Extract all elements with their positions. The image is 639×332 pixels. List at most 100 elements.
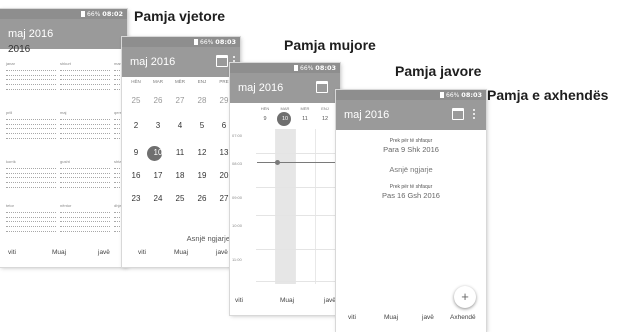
nav-month[interactable]: Muaj <box>384 314 398 321</box>
battery-level: 66% <box>87 11 101 18</box>
status-bar: 66% 08:03 <box>122 37 240 47</box>
month-day-cell[interactable]: 3 <box>148 121 168 130</box>
mini-month-week-row <box>60 228 110 232</box>
tap-hint-bottom[interactable]: Prek për të shfaqur <box>336 184 486 190</box>
calendar-today-icon[interactable] <box>316 81 328 93</box>
mini-month-week-row <box>60 175 110 179</box>
month-day-cell[interactable]: 2 <box>126 121 146 130</box>
month-day-cell[interactable]: 26 <box>148 96 168 105</box>
nav-week[interactable]: javë <box>422 314 434 321</box>
hour-label: 07:00 <box>232 133 243 138</box>
mini-month-week-row <box>60 209 110 213</box>
year-mini-month[interactable]: gusht <box>60 159 110 189</box>
clock: 08:03 <box>315 64 336 72</box>
nav-month[interactable]: Muaj <box>174 249 188 256</box>
week-weekday-header: ENJ <box>321 106 329 111</box>
month-day-cell[interactable]: 11 <box>170 148 190 157</box>
status-bar: 66% 08:02 <box>0 9 127 19</box>
nav-year[interactable]: viti <box>138 249 146 256</box>
year-mini-month[interactable]: prill <box>6 110 56 140</box>
weekday-header: ENJ <box>197 79 207 84</box>
nav-week[interactable]: javë <box>98 249 110 256</box>
nav-month[interactable]: Muaj <box>52 249 66 256</box>
week-date[interactable]: 12 <box>316 116 334 122</box>
month-day-cell[interactable]: 19 <box>192 171 212 180</box>
month-day-cell[interactable]: 18 <box>170 171 190 180</box>
current-time-line <box>257 162 338 163</box>
mini-month-week-row <box>60 82 110 86</box>
mini-month-week-row <box>6 170 56 174</box>
year-mini-month[interactable]: tetor <box>6 203 56 233</box>
week-date[interactable]: 11 <box>296 116 314 122</box>
mini-month-week-row <box>60 219 110 223</box>
nav-year[interactable]: viti <box>348 314 356 321</box>
mini-month-week-row <box>60 126 110 130</box>
earlier-date-link[interactable]: Para 9 Shk 2016 <box>336 145 486 154</box>
battery-level: 66% <box>446 92 460 99</box>
mini-month-week-row <box>60 165 110 169</box>
year-label: 2016 <box>8 44 31 55</box>
month-day-cell[interactable]: 25 <box>126 96 146 105</box>
agenda-view-screen: 66% 08:03 maj 2016 Prek për të shfaqur P… <box>336 90 486 332</box>
mini-month-name: nëntor <box>60 203 72 208</box>
app-title: maj 2016 <box>8 28 54 40</box>
weekday-header: MËR <box>175 79 185 84</box>
month-day-cell[interactable]: 16 <box>126 171 146 180</box>
nav-year[interactable]: viti <box>235 297 243 304</box>
calendar-today-icon[interactable] <box>216 55 228 67</box>
year-mini-month[interactable]: maj <box>60 110 110 140</box>
app-title: maj 2016 <box>130 56 176 68</box>
month-day-cell[interactable]: 4 <box>170 121 190 130</box>
year-mini-month[interactable]: janar <box>6 61 56 91</box>
month-view-screen: 66% 08:03 maj 2016 HËN MAR MËR ENJ PRE 25 26 27… <box>122 37 240 267</box>
month-day-cell[interactable]: 24 <box>148 194 168 203</box>
month-day-cell[interactable]: 25 <box>170 194 190 203</box>
month-day-cell[interactable]: 5 <box>192 121 212 130</box>
month-day-cell[interactable]: 23 <box>126 194 146 203</box>
month-day-cell[interactable]: 9 <box>126 148 146 157</box>
app-bar: maj 2016 <box>230 73 340 103</box>
year-mini-month[interactable]: shkurt <box>60 61 110 91</box>
nav-week[interactable]: javë <box>216 249 228 256</box>
mini-month-name: gusht <box>60 159 70 164</box>
year-mini-month[interactable]: korrik <box>6 159 56 189</box>
battery-icon <box>440 92 445 98</box>
hour-gridline <box>256 187 340 188</box>
hour-gridline <box>256 215 340 216</box>
battery-level: 66% <box>300 65 314 72</box>
mini-month-week-row <box>6 121 56 125</box>
app-title: maj 2016 <box>344 109 390 121</box>
month-day-cell[interactable]: 28 <box>192 96 212 105</box>
nav-agenda[interactable]: Axhendë <box>450 314 476 321</box>
mini-month-week-row <box>6 131 56 135</box>
week-weekday-header: HËN <box>260 106 270 111</box>
mini-month-week-row <box>60 72 110 76</box>
month-day-cell[interactable]: 27 <box>170 96 190 105</box>
mini-month-week-row <box>6 82 56 86</box>
nav-year[interactable]: viti <box>8 249 16 256</box>
hour-gridline <box>256 281 340 282</box>
month-day-cell[interactable]: 26 <box>192 194 212 203</box>
mini-month-week-row <box>6 175 56 179</box>
hour-label: 08:03 <box>232 161 243 166</box>
mini-month-week-row <box>6 228 56 232</box>
nav-month[interactable]: Muaj <box>280 297 294 304</box>
week-date[interactable]: 10 <box>276 116 294 122</box>
calendar-today-icon[interactable] <box>452 108 464 120</box>
more-options-icon[interactable] <box>472 108 476 121</box>
year-mini-month[interactable]: nëntor <box>60 203 110 233</box>
week-view-screen: 66% 08:03 maj 2016 HËN 9 MAR 10 MËR 11 ENJ 12 07… <box>230 63 340 315</box>
mini-month-week-row <box>6 126 56 130</box>
tap-hint-top[interactable]: Prek për të shfaqur <box>336 138 486 144</box>
hour-gridline <box>256 249 340 250</box>
bottom-navigation: viti Muaj javë <box>0 239 127 267</box>
mini-month-name: maj <box>60 110 67 115</box>
week-date[interactable]: 9 <box>256 116 274 122</box>
no-events-text: Asnjë ngjarje <box>389 165 433 174</box>
month-day-cell[interactable]: 17 <box>148 171 168 180</box>
bottom-navigation: viti Muaj javë <box>230 287 340 315</box>
month-day-cell[interactable]: 10 <box>148 148 168 157</box>
nav-week[interactable]: javë <box>324 297 336 304</box>
month-day-cell[interactable]: 12 <box>192 148 212 157</box>
later-date-link[interactable]: Pas 16 Gsh 2016 <box>336 191 486 200</box>
